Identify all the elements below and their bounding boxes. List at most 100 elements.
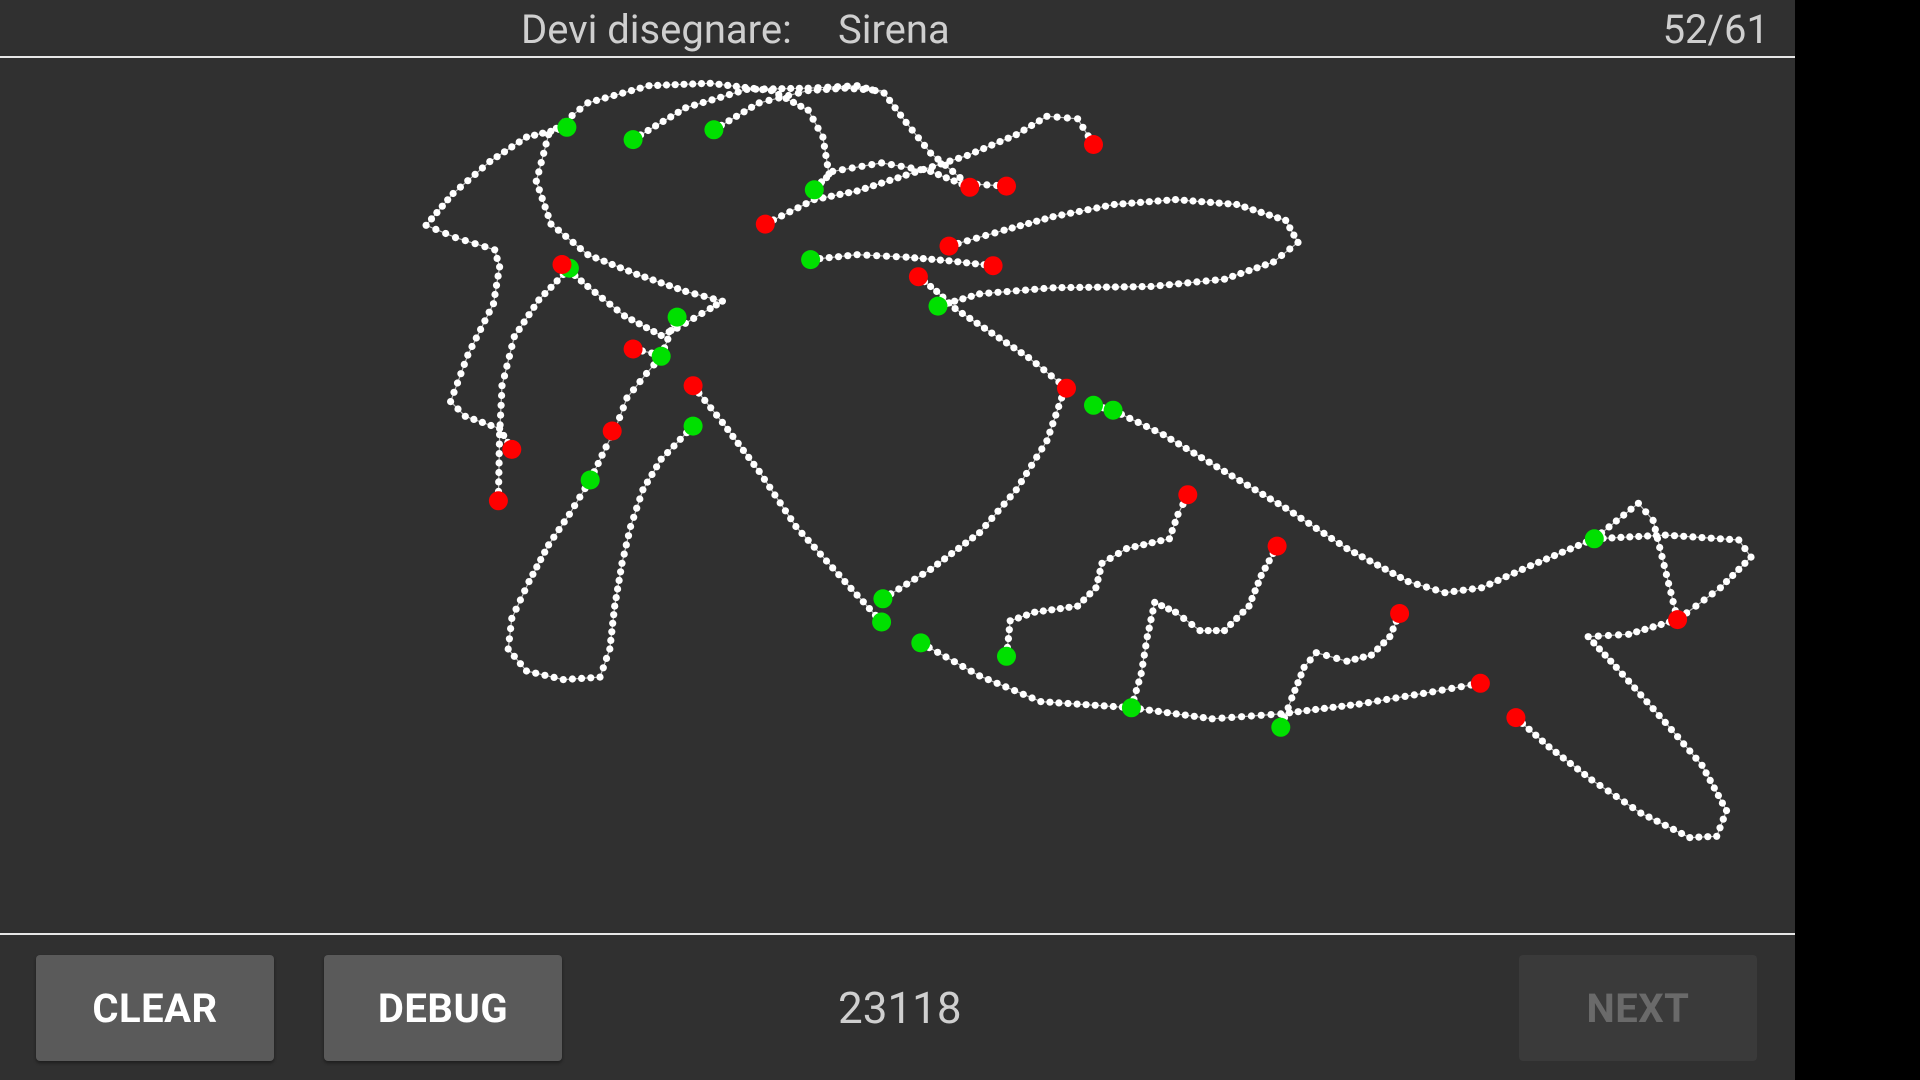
stroke-point — [1312, 649, 1320, 657]
stroke-point — [1148, 539, 1156, 547]
stroke-point — [606, 300, 614, 308]
stroke-point — [1294, 679, 1302, 687]
stroke-point — [601, 94, 609, 102]
stroke-start-dot — [801, 250, 821, 270]
stroke-point — [1291, 686, 1299, 694]
stroke-point — [1006, 617, 1014, 625]
stroke-point — [654, 81, 662, 89]
stroke-point — [432, 225, 440, 233]
stroke-point — [635, 320, 643, 328]
stroke-point — [664, 449, 672, 457]
clear-button[interactable]: CLEAR — [36, 955, 274, 1061]
stroke-point — [959, 295, 967, 303]
stroke-point — [1014, 614, 1023, 622]
drawing-canvas[interactable] — [0, 58, 1795, 933]
stroke-point — [478, 164, 486, 172]
stroke-point — [642, 324, 651, 332]
stroke-point — [949, 167, 957, 175]
stroke-point — [1661, 718, 1669, 727]
stroke-point — [809, 115, 817, 123]
stroke-point — [945, 257, 953, 265]
stroke-point — [778, 212, 786, 220]
stroke-point — [920, 141, 929, 149]
stroke-point — [1718, 799, 1726, 807]
stroke-point — [1649, 516, 1657, 525]
stroke-point — [1381, 565, 1389, 573]
stroke-point — [1163, 196, 1171, 204]
stroke-point — [887, 161, 896, 169]
stroke-point — [1661, 531, 1669, 539]
stroke-point — [1180, 196, 1188, 204]
stroke-point — [612, 594, 620, 602]
stroke-point — [841, 578, 849, 586]
stroke-point — [1151, 598, 1159, 607]
stroke-point — [602, 443, 610, 451]
stroke-point — [1448, 684, 1456, 693]
stroke-point — [841, 84, 849, 92]
stroke-start-dot — [1271, 717, 1291, 737]
stroke-point — [1119, 200, 1127, 208]
stroke-point — [622, 541, 630, 549]
stroke-point — [787, 84, 795, 93]
stroke-point — [1716, 824, 1724, 832]
stroke-point — [755, 99, 763, 107]
stroke-point — [495, 440, 503, 448]
stroke-point — [496, 421, 504, 429]
stroke-end-dot — [1178, 485, 1198, 505]
stroke-point — [493, 153, 501, 161]
stroke-point — [1634, 499, 1642, 507]
debug-button[interactable]: DEBUG — [324, 955, 562, 1061]
stroke-point — [1028, 121, 1036, 130]
stroke-point — [487, 421, 495, 430]
stroke-point — [530, 303, 538, 311]
stroke-point — [1228, 713, 1236, 722]
stroke-point — [500, 148, 509, 156]
stroke-point — [481, 243, 489, 251]
stroke-point — [1667, 726, 1675, 734]
stroke-line — [1130, 545, 1278, 708]
stroke-point — [610, 91, 618, 100]
stroke-point — [1644, 532, 1652, 540]
stroke-point — [1716, 535, 1724, 543]
stroke-point — [1726, 535, 1734, 544]
stroke-point — [1033, 453, 1041, 461]
stroke-point — [1220, 275, 1229, 283]
stroke-point — [798, 529, 806, 538]
stroke-point — [498, 391, 506, 400]
stroke-point — [1151, 427, 1159, 435]
stroke-point — [1190, 449, 1198, 457]
stroke-point — [1206, 198, 1215, 206]
stroke-point — [1667, 588, 1675, 597]
stroke-point — [1322, 651, 1331, 660]
stroke-point — [535, 296, 543, 304]
stroke-point — [1211, 276, 1219, 284]
stroke-point — [1538, 737, 1546, 745]
stroke-point — [468, 342, 476, 351]
stroke-point — [825, 170, 833, 178]
stroke-point — [825, 254, 833, 262]
stroke-point — [950, 177, 958, 185]
stroke-point — [1286, 224, 1294, 232]
stroke-point — [845, 189, 853, 197]
stroke-point — [1046, 428, 1054, 436]
stroke-point — [1518, 565, 1526, 574]
stroke-point — [568, 112, 576, 120]
stroke-point — [1359, 653, 1367, 661]
stroke-point — [794, 89, 803, 97]
stroke-point — [1064, 699, 1072, 708]
stroke-point — [690, 101, 699, 109]
stroke-end-dot — [623, 339, 643, 359]
stroke-point — [1043, 112, 1051, 120]
stroke-point — [1128, 199, 1136, 207]
stroke-point — [829, 564, 837, 572]
stroke-point — [1131, 543, 1139, 551]
stroke-point — [470, 415, 478, 423]
stroke-point — [725, 91, 734, 99]
stroke-point — [1669, 825, 1678, 834]
stroke-point — [453, 379, 462, 387]
next-button[interactable]: NEXT — [1519, 955, 1757, 1061]
stroke-point — [1702, 769, 1710, 777]
stroke-point — [562, 232, 570, 240]
stroke-point — [454, 405, 462, 413]
stroke-point — [576, 105, 584, 113]
